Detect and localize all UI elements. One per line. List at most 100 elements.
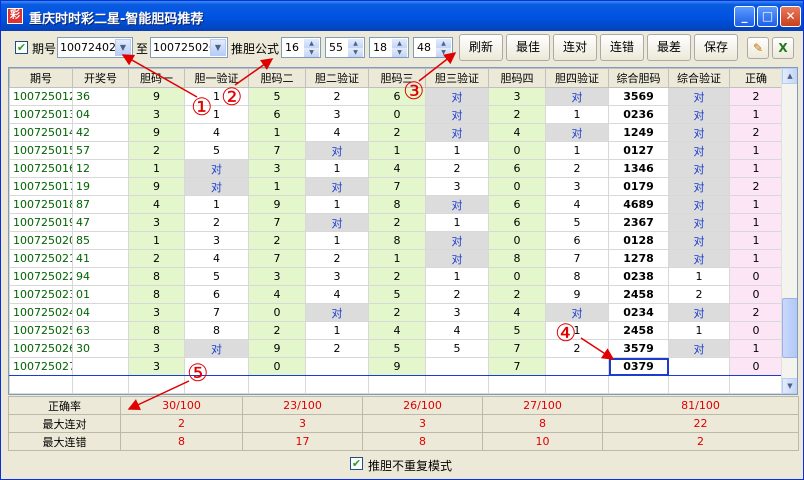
table-row[interactable]: 100725023 01 8 6 4 4 5 2 2 9 2458 2 0 [9,285,783,304]
table-cell[interactable]: 1 [729,105,783,124]
table-cell[interactable]: 1 [305,321,369,340]
table-cell[interactable]: 对 [668,87,730,106]
table-cell[interactable]: 对 [305,213,369,232]
table-cell[interactable]: 100725023 [9,285,73,304]
table-cell[interactable]: 1 [248,123,306,142]
table-cell[interactable]: 7 [248,141,306,160]
table-cell[interactable]: 0236 [608,105,669,124]
table-cell[interactable]: 2 [729,303,783,322]
table-cell[interactable]: 对 [425,231,489,250]
table-cell[interactable]: 对 [425,123,489,142]
scroll-up-icon[interactable]: ▲ [782,68,797,84]
table-cell[interactable]: 100725026 [9,339,73,358]
table-cell[interactable] [425,357,489,376]
table-cell[interactable]: 1 [729,231,783,250]
table-cell[interactable]: 0 [729,267,783,286]
table-cell[interactable]: 1 [184,105,249,124]
table-cell[interactable]: 0379 [608,357,669,376]
table-cell[interactable]: 8 [128,321,185,340]
table-row[interactable]: 100725016 12 1 对 3 1 4 2 6 2 1346 对 1 [9,159,783,178]
table-cell[interactable]: 85 [72,231,129,250]
table-cell[interactable]: 1 [729,249,783,268]
table-cell[interactable]: 对 [668,303,730,322]
table-cell[interactable]: 1 [128,159,185,178]
data-grid[interactable]: 期号 开奖号 胆码一 胆一验证 胆码二 胆二验证 胆码三 胆三验证 胆码四 胆四… [8,67,798,395]
table-cell[interactable]: 对 [668,105,730,124]
table-cell[interactable]: 1 [425,213,489,232]
table-cell[interactable]: 对 [668,177,730,196]
table-cell[interactable]: 63 [72,321,129,340]
table-cell[interactable]: 9 [128,177,185,196]
table-cell[interactable]: 1 [248,177,306,196]
table-cell[interactable]: 01 [72,285,129,304]
table-cell[interactable]: 0 [488,141,546,160]
table-cell[interactable]: 1 [545,141,609,160]
table-cell[interactable]: 0128 [608,231,669,250]
table-cell[interactable]: 100725014 [9,123,73,142]
table-cell[interactable]: 7 [488,357,546,376]
table-cell[interactable]: 3 [128,357,185,376]
table-row[interactable]: 100725026 30 3 对 9 2 5 5 7 2 3579 对 1 [9,339,783,358]
table-row[interactable]: 100725012 36 9 1 5 2 6 对 3 对 3569 对 2 [9,87,783,106]
table-cell[interactable]: 87 [72,195,129,214]
table-cell[interactable]: 2 [368,123,426,142]
table-cell[interactable]: 7 [368,177,426,196]
table-cell[interactable]: 对 [668,123,730,142]
table-row[interactable]: 100725025 63 8 8 2 1 4 4 5 1 2458 1 0 [9,321,783,340]
table-cell[interactable]: 5 [545,213,609,232]
table-cell[interactable]: 04 [72,303,129,322]
table-cell[interactable]: 6 [488,195,546,214]
table-cell[interactable]: 4 [368,321,426,340]
table-cell[interactable]: 9 [248,339,306,358]
table-cell[interactable]: 4 [425,321,489,340]
table-cell[interactable]: 对 [668,231,730,250]
refresh-button[interactable]: 刷新 [459,34,503,61]
column-header[interactable]: 综合验证 [668,68,730,88]
table-cell[interactable]: 1 [729,141,783,160]
column-header[interactable]: 胆码一 [128,68,185,88]
table-cell[interactable]: 对 [668,249,730,268]
table-cell[interactable]: 2 [488,285,546,304]
table-cell[interactable]: 2 [305,249,369,268]
table-cell[interactable] [668,357,730,376]
table-cell[interactable]: 9 [368,357,426,376]
table-cell[interactable]: 3 [305,267,369,286]
table-cell[interactable]: 6 [488,213,546,232]
table-cell[interactable]: 0 [488,231,546,250]
table-cell[interactable]: 3 [248,159,306,178]
close-icon[interactable]: ✕ [780,6,801,27]
table-cell[interactable]: 0179 [608,177,669,196]
table-cell[interactable]: 0 [729,321,783,340]
table-cell[interactable]: 0234 [608,303,669,322]
table-cell[interactable]: 2 [305,339,369,358]
table-cell[interactable]: 1 [305,231,369,250]
table-cell[interactable]: 6 [488,159,546,178]
table-cell[interactable]: 8 [128,267,185,286]
table-cell[interactable]: 6 [248,105,306,124]
consecutive-correct-button[interactable]: 连对 [553,34,597,61]
table-cell[interactable]: 100725022 [9,267,73,286]
chevron-down-icon[interactable]: ▼ [115,39,131,56]
table-cell[interactable]: 对 [668,159,730,178]
table-cell[interactable]: 2 [488,105,546,124]
worst-button[interactable]: 最差 [647,34,691,61]
table-cell[interactable]: 100725013 [9,105,73,124]
table-cell[interactable]: 9 [128,123,185,142]
column-header[interactable]: 胆码四 [488,68,546,88]
table-cell[interactable]: 4689 [608,195,669,214]
table-cell[interactable]: 1 [128,231,185,250]
table-cell[interactable]: 3 [425,177,489,196]
table-cell[interactable]: 3 [305,105,369,124]
table-cell[interactable]: 6 [545,231,609,250]
table-cell[interactable]: 对 [425,105,489,124]
vertical-scrollbar[interactable]: ▲ ▼ [781,68,797,394]
formula-spinner-1[interactable]: 16 ▲ ▼ [281,37,321,58]
table-cell[interactable]: 对 [184,177,249,196]
table-cell[interactable]: 1 [305,159,369,178]
table-cell[interactable]: 3 [184,231,249,250]
table-cell[interactable]: 7 [248,213,306,232]
table-row[interactable]: 100725017 19 9 对 1 对 7 3 0 3 0179 对 2 [9,177,783,196]
table-cell[interactable]: 1 [729,159,783,178]
table-cell[interactable]: 1 [668,267,730,286]
table-cell[interactable]: 对 [668,195,730,214]
